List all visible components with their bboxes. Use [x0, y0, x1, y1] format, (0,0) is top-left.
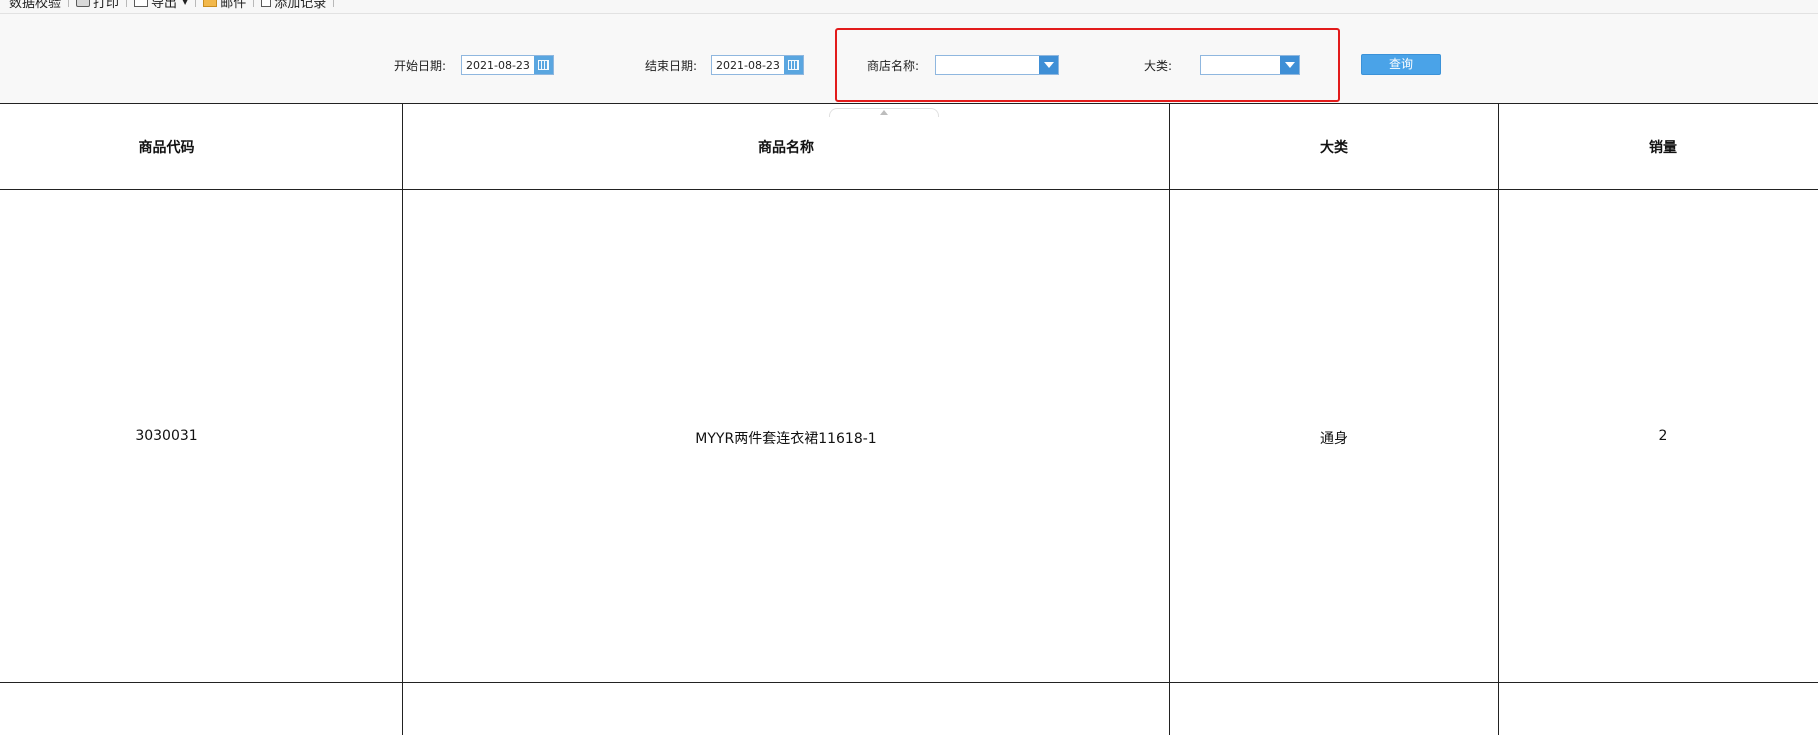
highlight-box: [835, 28, 1340, 102]
toolbar-separator: [333, 0, 335, 7]
table-border: [0, 103, 1818, 104]
export-label: 导出: [151, 0, 178, 11]
column-header-code[interactable]: 商品代码: [0, 137, 333, 157]
end-date-value: 2021-08-23: [716, 59, 780, 72]
toolbar: 数据校验 打印 导出 ▼ 邮件 添加记录: [0, 0, 1818, 14]
query-button[interactable]: 查询: [1361, 54, 1441, 75]
column-header-name[interactable]: 商品名称: [403, 137, 1169, 157]
chevron-down-icon: ▼: [182, 0, 189, 6]
end-date-label: 结束日期:: [645, 59, 698, 73]
add-record-button[interactable]: 添加记录: [254, 0, 333, 11]
table-border: [0, 682, 1818, 683]
calendar-icon[interactable]: [534, 56, 553, 74]
calendar-icon[interactable]: [784, 56, 803, 74]
add-record-label: 添加记录: [274, 0, 327, 11]
filter-panel: 开始日期: 2021-08-23 结束日期: 2021-08-23 商店名称: …: [0, 14, 1818, 117]
data-check-label: 数据校验: [9, 0, 62, 11]
cell-category: 通身: [1320, 431, 1348, 447]
export-icon: [134, 0, 149, 7]
mail-button[interactable]: 邮件: [196, 0, 253, 11]
start-date-value: 2021-08-23: [466, 59, 530, 72]
table-border: [0, 189, 1818, 190]
collapse-panel-toggle[interactable]: [829, 108, 939, 117]
column-divider: [402, 103, 403, 735]
mail-label: 邮件: [220, 0, 247, 11]
column-header-qty[interactable]: 销量: [1499, 137, 1818, 157]
print-label: 打印: [93, 0, 120, 11]
start-date-label: 开始日期:: [394, 59, 447, 73]
end-date-field[interactable]: 2021-08-23: [711, 55, 804, 75]
column-divider: [1498, 103, 1499, 735]
export-button[interactable]: 导出 ▼: [127, 0, 195, 11]
column-header-category[interactable]: 大类: [1170, 137, 1498, 157]
mail-icon: [203, 0, 218, 7]
start-date-field[interactable]: 2021-08-23: [461, 55, 554, 75]
toolbar-row: 数据校验 打印 导出 ▼ 邮件 添加记录: [2, 0, 335, 11]
column-divider: [1169, 103, 1170, 735]
chevron-up-icon: [880, 110, 888, 115]
print-button[interactable]: 打印: [69, 0, 126, 11]
cell-code: 3030031: [135, 428, 198, 444]
cell-name: MYYR两件套连衣裙11618-1: [695, 431, 877, 447]
cell-qty: 2: [1658, 428, 1668, 444]
printer-icon: [76, 0, 91, 7]
data-check-button[interactable]: 数据校验: [2, 0, 68, 11]
add-record-icon: [261, 0, 272, 7]
